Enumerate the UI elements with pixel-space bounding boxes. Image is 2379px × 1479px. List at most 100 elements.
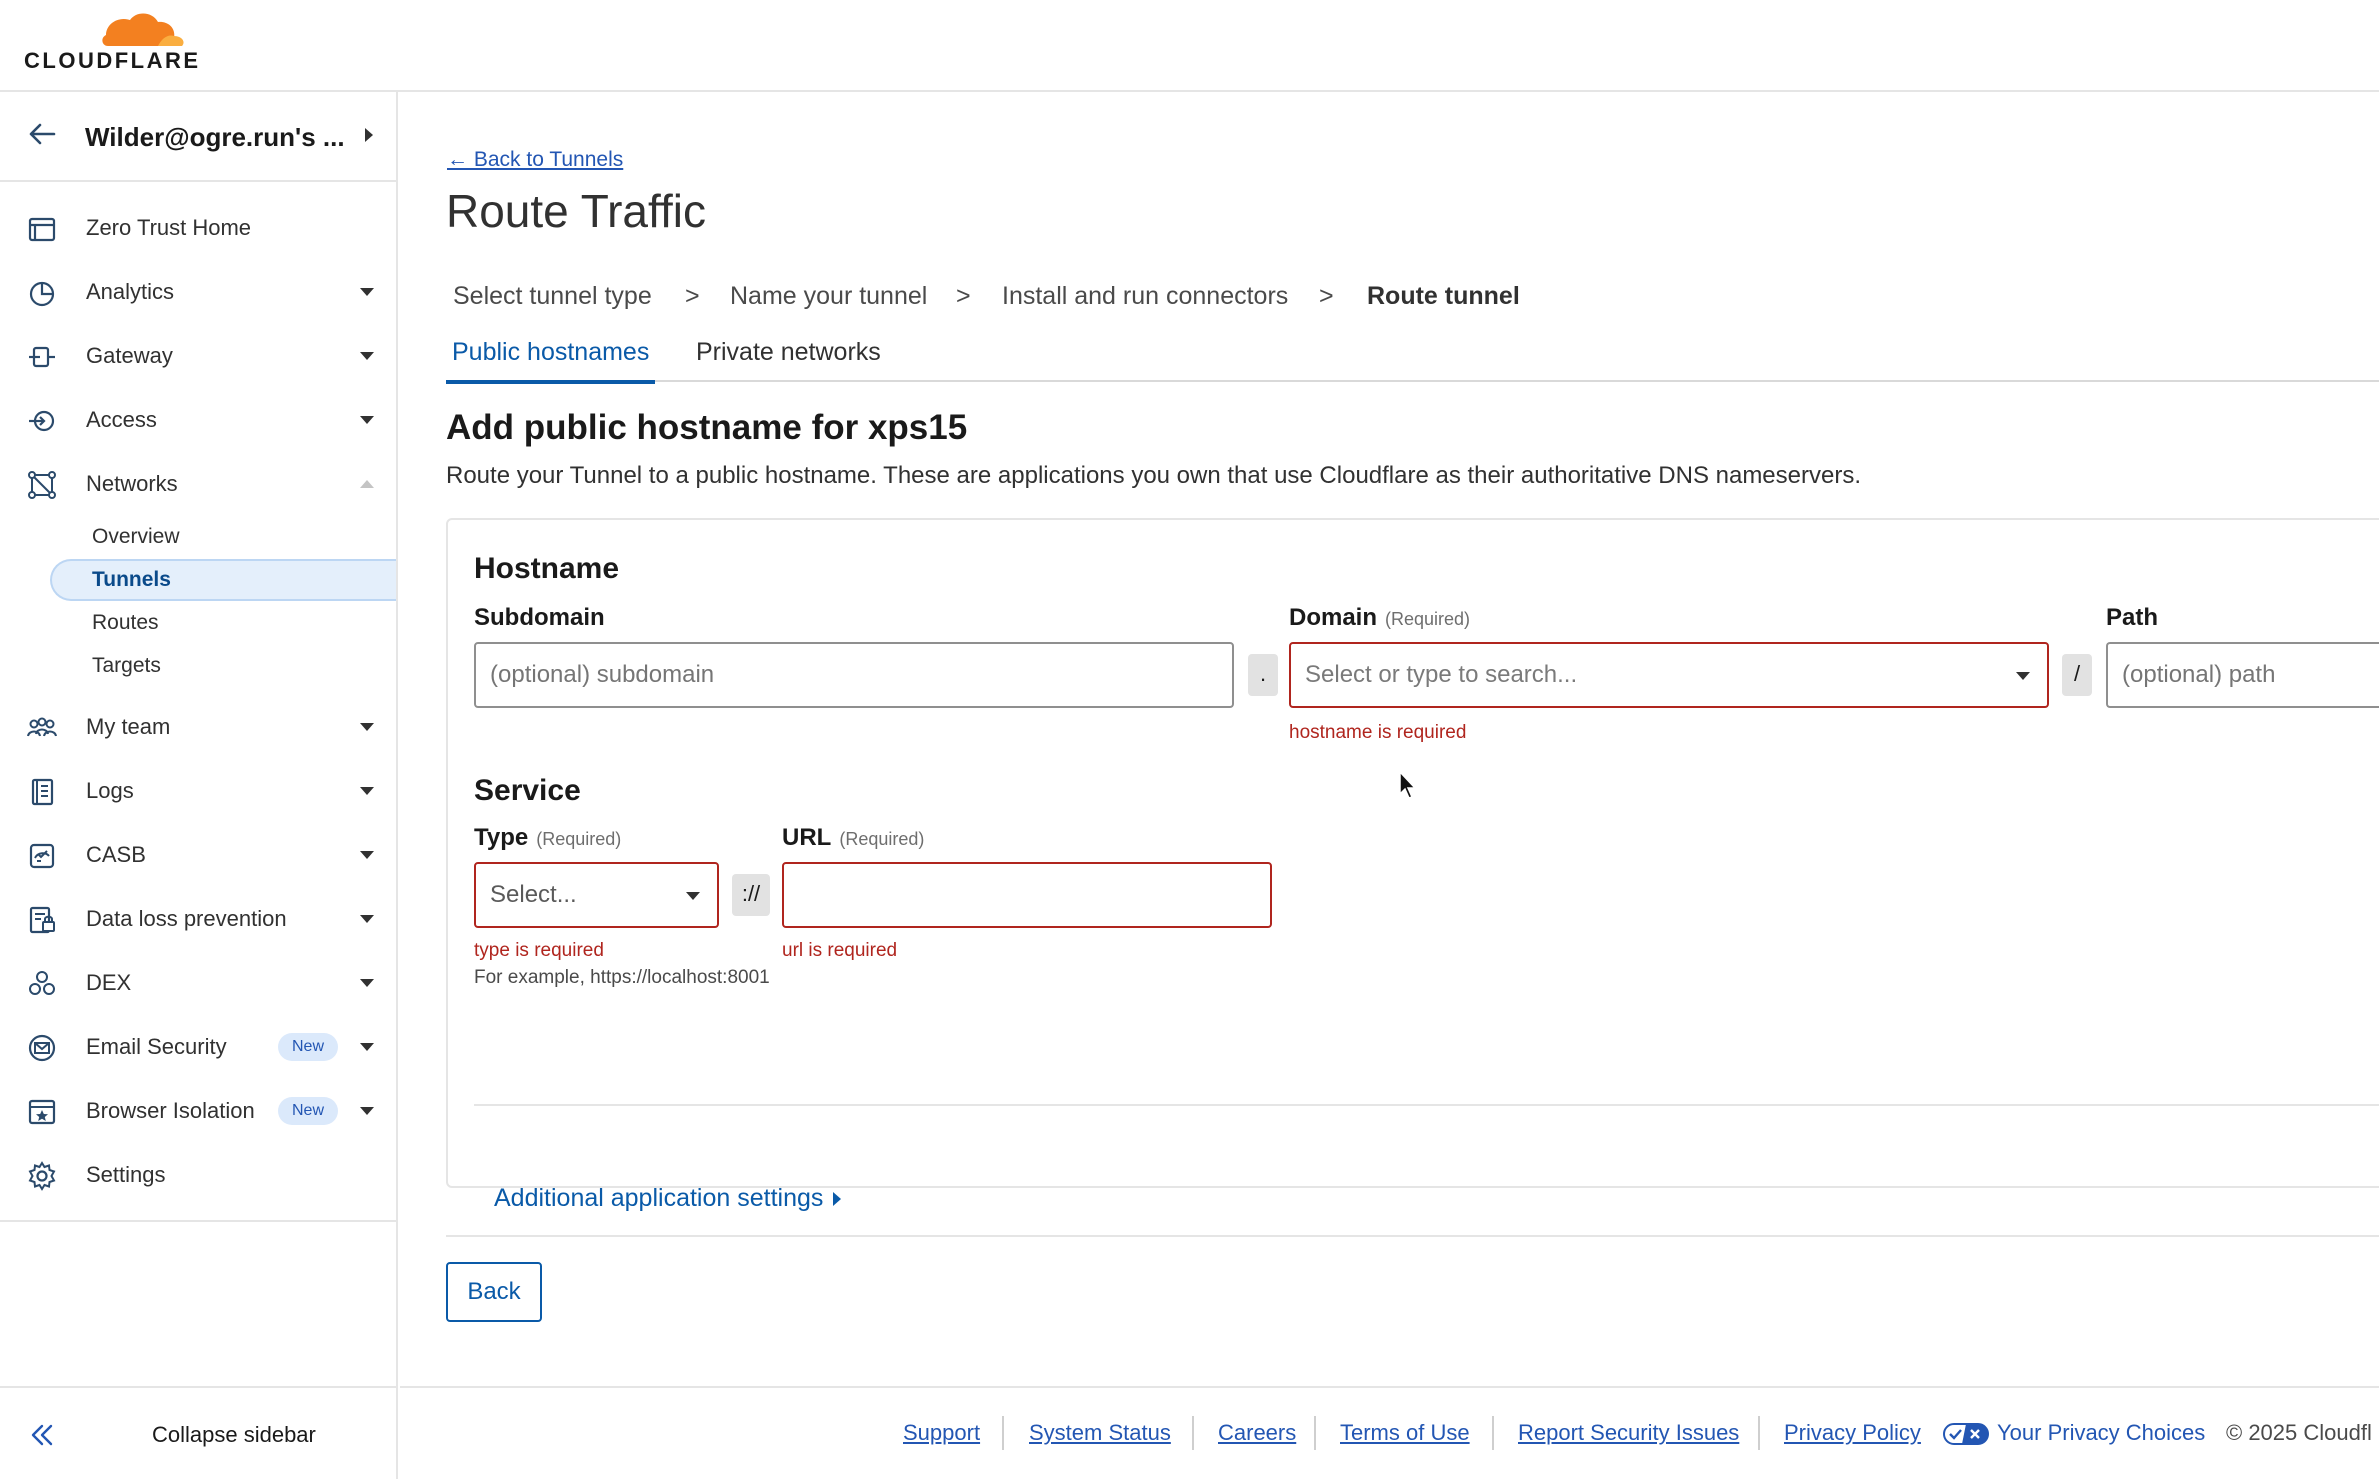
type-label-text: Type <box>474 824 529 851</box>
chevron-down-icon <box>360 1043 374 1051</box>
chevron-down-icon <box>360 723 374 731</box>
sidebar-item-email-security[interactable]: Email Security New <box>0 1019 396 1075</box>
sidebar-subitem-overview[interactable]: Overview <box>50 516 396 558</box>
chevron-down-icon <box>360 787 374 795</box>
step-select-tunnel-type: Select tunnel type <box>453 282 652 310</box>
tab-bar: Public hostnames Private networks <box>446 332 2379 384</box>
arrow-left-icon[interactable] <box>26 118 58 150</box>
sidebar-item-label: Analytics <box>86 279 175 304</box>
url-label: URL (Required) <box>782 824 924 852</box>
footer-link-careers[interactable]: Careers <box>1218 1420 1296 1446</box>
tab-private-networks[interactable]: Private networks <box>696 338 881 382</box>
service-type-select[interactable]: Select... <box>474 862 719 928</box>
copyright: © 2025 Cloudfl <box>2226 1420 2372 1445</box>
back-button[interactable]: Back <box>446 1262 542 1322</box>
additional-settings-label: Additional application settings <box>494 1184 824 1212</box>
footer-link-support[interactable]: Support <box>903 1420 980 1446</box>
sidebar-item-browser-isolation[interactable]: Browser Isolation New <box>0 1083 396 1139</box>
service-url-input[interactable] <box>782 862 1272 928</box>
sidebar-item-label: Email Security <box>86 1034 227 1059</box>
footer-separator <box>1492 1416 1494 1450</box>
access-icon <box>29 410 55 432</box>
privacy-toggle-icon <box>1943 1423 1989 1446</box>
section-description: Route your Tunnel to a public hostname. … <box>446 462 1862 489</box>
sidebar: Wilder@ogre.run's ... Zero Trust Home An… <box>0 92 398 1479</box>
cloudflare-wordmark: CLOUDFLARE <box>24 48 201 73</box>
path-label: Path <box>2106 604 2158 632</box>
url-label-text: URL <box>782 824 832 851</box>
service-heading: Service <box>474 774 581 807</box>
mouse-cursor-icon <box>1399 770 1417 799</box>
sidebar-item-networks[interactable]: Networks <box>0 456 396 512</box>
path-label-text: Path <box>2106 604 2159 631</box>
step-separator: > <box>1319 282 1334 310</box>
sidebar-subitem-targets[interactable]: Targets <box>50 645 396 687</box>
sidebar-item-zero-trust-home[interactable]: Zero Trust Home <box>0 200 396 256</box>
footer-link-system-status[interactable]: System Status <box>1029 1420 1171 1446</box>
required-marker: (Required) <box>536 829 622 849</box>
tab-public-hostnames[interactable]: Public hostnames <box>446 338 656 384</box>
sidebar-item-label: Settings <box>86 1162 166 1187</box>
subdomain-label-text: Subdomain <box>474 604 605 631</box>
sidebar-item-logs[interactable]: Logs <box>0 763 396 819</box>
footer-link-privacy-policy[interactable]: Privacy Policy <box>1784 1420 1921 1446</box>
sidebar-divider <box>0 1220 396 1222</box>
sidebar-subitem-label: Overview <box>92 525 180 548</box>
cloudflare-cloud-icon <box>102 13 184 47</box>
sidebar-item-label: Logs <box>86 778 134 803</box>
step-install-run-connectors: Install and run connectors <box>1002 282 1289 310</box>
account-name: Wilder@ogre.run's ... <box>85 122 345 152</box>
main-divider <box>446 1235 2379 1237</box>
dlp-icon <box>29 906 55 934</box>
cloudflare-logo[interactable]: CLOUDFLARE <box>22 8 198 73</box>
collapse-sidebar-button[interactable]: Collapse sidebar <box>0 1386 396 1479</box>
sidebar-item-analytics[interactable]: Analytics <box>0 264 396 320</box>
privacy-choices-link[interactable]: Your Privacy Choices <box>1943 1420 2205 1446</box>
chevron-down-icon <box>360 288 374 296</box>
sidebar-item-casb[interactable]: CASB <box>0 827 396 883</box>
sidebar-subitem-tunnels[interactable]: Tunnels <box>50 559 396 601</box>
sidebar-item-dex[interactable]: DEX <box>0 955 396 1011</box>
sidebar-item-label: Zero Trust Home <box>86 215 252 240</box>
sidebar-item-label: Access <box>86 407 157 432</box>
subdomain-input[interactable] <box>474 642 1234 708</box>
casb-icon <box>29 843 55 869</box>
chevron-up-icon <box>360 480 374 488</box>
sidebar-item-my-team[interactable]: My team <box>0 699 396 755</box>
footer: Support System Status Careers Terms of U… <box>400 1386 2379 1479</box>
account-switcher[interactable]: Wilder@ogre.run's ... <box>0 92 396 182</box>
sidebar-item-access[interactable]: Access <box>0 392 396 448</box>
step-separator: > <box>956 282 971 310</box>
url-example-hint: For example, https://localhost:8001 <box>474 967 770 988</box>
sidebar-subitem-routes[interactable]: Routes <box>50 602 396 644</box>
footer-link-report-security-issues[interactable]: Report Security Issues <box>1518 1420 1739 1446</box>
sidebar-item-data-loss-prevention[interactable]: Data loss prevention <box>0 891 396 947</box>
privacy-choices-label: Your Privacy Choices <box>1997 1420 2206 1445</box>
dot-separator: . <box>1248 654 1278 696</box>
footer-separator <box>1758 1416 1760 1450</box>
sidebar-item-label: DEX <box>86 970 132 995</box>
page-title: Route Traffic <box>446 185 706 237</box>
domain-select[interactable]: Select or type to search... <box>1289 642 2049 708</box>
step-route-tunnel: Route tunnel <box>1367 282 1520 310</box>
collapse-sidebar-label: Collapse sidebar <box>152 1422 316 1447</box>
chevron-down-icon <box>360 851 374 859</box>
type-error: type is required <box>474 940 604 961</box>
path-input[interactable] <box>2106 642 2379 708</box>
double-chevron-left-icon <box>31 1424 53 1446</box>
caret-right-icon[interactable] <box>362 126 376 144</box>
step-separator: > <box>685 282 700 310</box>
slash-separator: / <box>2062 654 2092 696</box>
additional-settings-toggle[interactable]: Additional application settings <box>494 1184 843 1213</box>
networks-icon <box>28 471 56 499</box>
back-to-tunnels-link[interactable]: ← Back to Tunnels <box>447 148 623 172</box>
sidebar-item-gateway[interactable]: Gateway <box>0 328 396 384</box>
sidebar-subitem-label: Routes <box>92 611 159 634</box>
sidebar-item-label: Networks <box>86 471 178 496</box>
sidebar-item-settings[interactable]: Settings <box>0 1147 396 1203</box>
chevron-down-icon <box>360 1107 374 1115</box>
new-badge: New <box>278 1097 339 1125</box>
chevron-down-icon <box>360 979 374 987</box>
footer-link-terms-of-use[interactable]: Terms of Use <box>1340 1420 1470 1446</box>
domain-label: Domain (Required) <box>1289 604 1470 632</box>
